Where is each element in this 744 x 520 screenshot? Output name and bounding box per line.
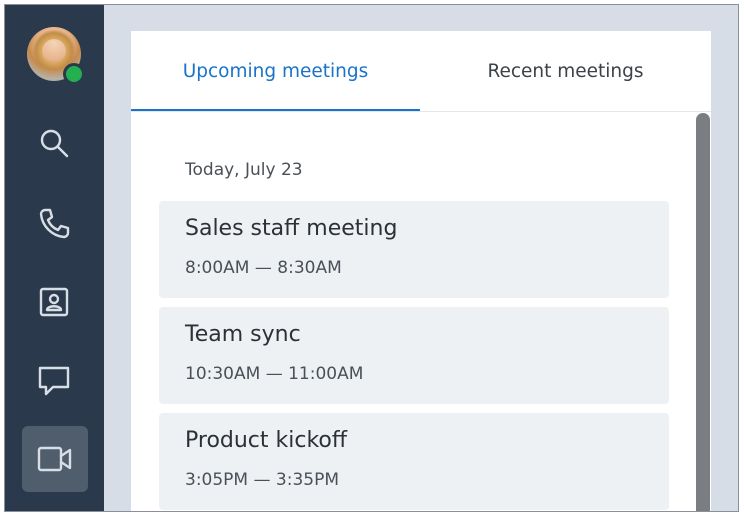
active-tab-indicator bbox=[131, 109, 420, 111]
chat-bubble-icon[interactable] bbox=[29, 356, 79, 406]
phone-icon[interactable] bbox=[29, 198, 79, 248]
meeting-card[interactable]: Sales staff meeting 8:00AM — 8:30AM bbox=[159, 201, 669, 298]
meeting-time: 8:00AM — 8:30AM bbox=[185, 258, 342, 278]
scrollbar[interactable] bbox=[696, 113, 710, 511]
meeting-time: 10:30AM — 11:00AM bbox=[185, 364, 364, 384]
search-icon[interactable] bbox=[29, 118, 79, 168]
meeting-card[interactable]: Product kickoff 3:05PM — 3:35PM bbox=[159, 413, 669, 510]
app-window: Upcoming meetings Recent meetings Today,… bbox=[4, 4, 739, 512]
date-heading: Today, July 23 bbox=[185, 160, 303, 180]
meeting-time: 3:05PM — 3:35PM bbox=[185, 470, 339, 490]
meeting-title: Team sync bbox=[185, 322, 301, 347]
contact-card-icon[interactable] bbox=[29, 277, 79, 327]
presence-status-dot bbox=[63, 63, 85, 85]
video-camera-icon[interactable] bbox=[22, 426, 88, 492]
tab-recent-meetings[interactable]: Recent meetings bbox=[420, 31, 711, 111]
meeting-card[interactable]: Team sync 10:30AM — 11:00AM bbox=[159, 307, 669, 404]
meetings-panel: Upcoming meetings Recent meetings Today,… bbox=[131, 31, 711, 511]
sidebar bbox=[5, 5, 104, 511]
meeting-tabs: Upcoming meetings Recent meetings bbox=[131, 31, 711, 112]
meeting-title: Product kickoff bbox=[185, 428, 348, 453]
tab-upcoming-meetings[interactable]: Upcoming meetings bbox=[131, 31, 420, 111]
meeting-title: Sales staff meeting bbox=[185, 216, 398, 241]
